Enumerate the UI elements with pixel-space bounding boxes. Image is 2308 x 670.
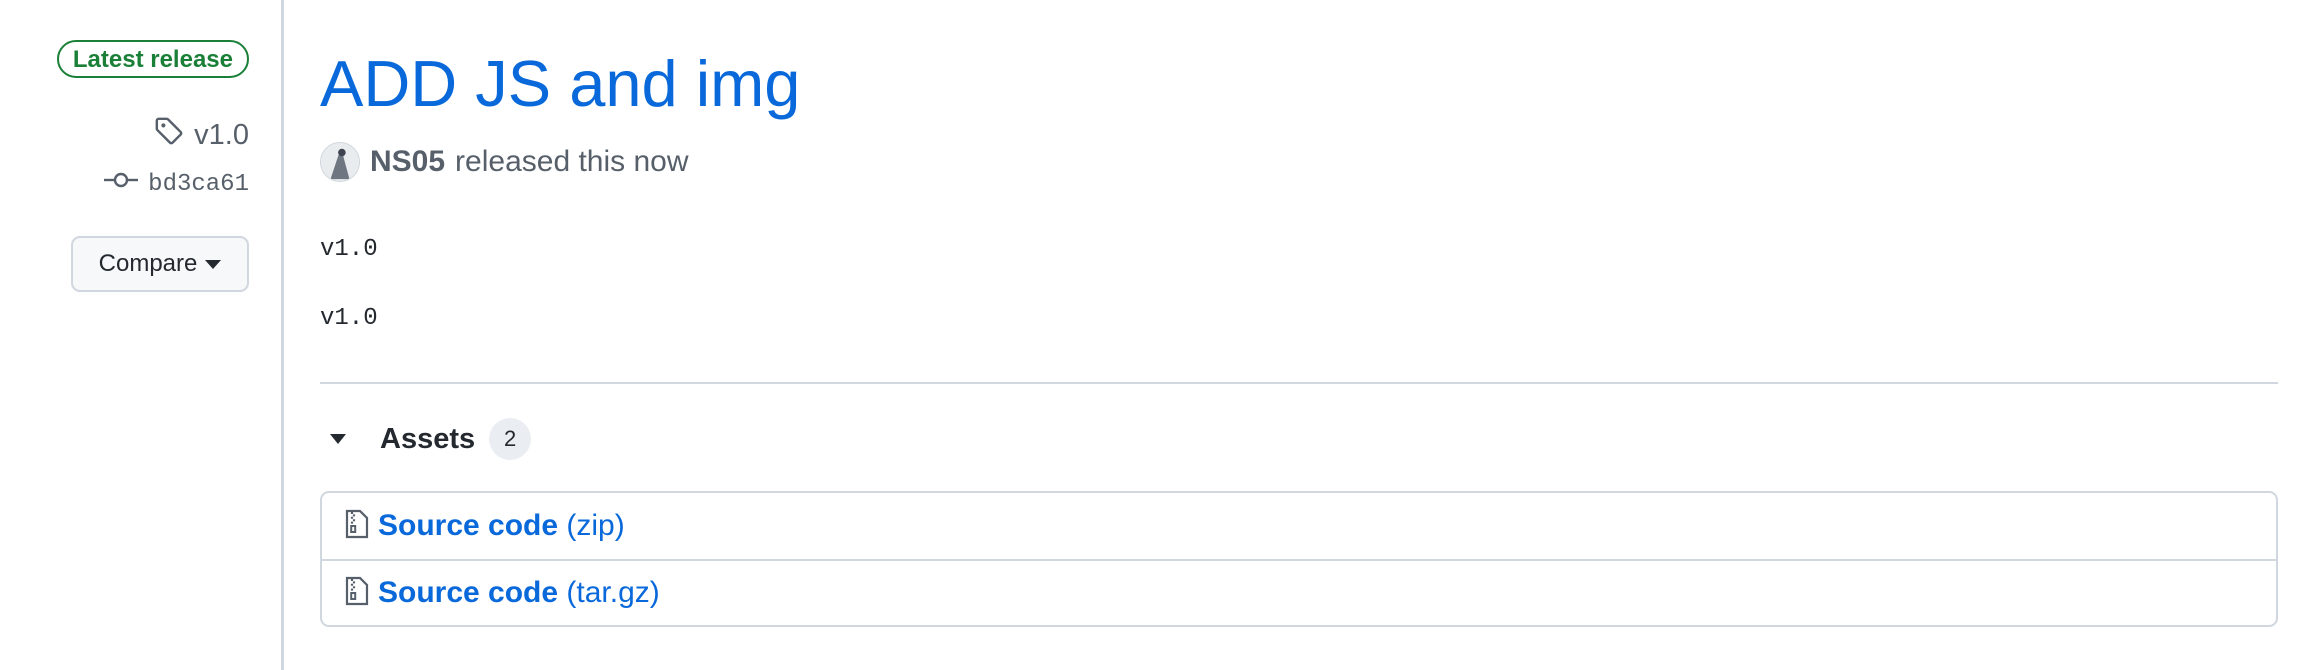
asset-link-zip[interactable]: Source code (zip) (378, 509, 625, 543)
latest-release-badge: Latest release (56, 40, 249, 78)
release-body-line: v1.0 (320, 305, 378, 332)
release-title[interactable]: ADD JS and img (320, 48, 800, 120)
compare-button[interactable]: Compare (71, 236, 249, 292)
asset-ext: (tar.gz) (566, 576, 660, 609)
tag-icon (154, 116, 184, 154)
assets-count-badge: 2 (489, 418, 532, 460)
release-sidebar: Latest release v1.0 bd3ca61 Compare (0, 0, 284, 670)
divider (320, 382, 2278, 384)
release-main: ADD JS and img NS05 released this now v1… (320, 0, 2278, 670)
release-tag-link[interactable]: v1.0 (154, 116, 249, 154)
asset-name: Source code (378, 576, 559, 609)
git-commit-icon (104, 170, 139, 198)
release-meta: NS05 released this now (320, 142, 689, 182)
assets-toggle[interactable]: Assets 2 (320, 418, 532, 460)
triangle-down-icon (330, 434, 346, 444)
asset-name: Source code (378, 509, 559, 542)
file-zip-icon (344, 508, 370, 545)
asset-ext: (zip) (566, 509, 625, 542)
release-time-text: released this now (455, 145, 689, 178)
tag-name: v1.0 (194, 118, 249, 151)
assets-list: Source code (zip) Source code (tar.gz) (320, 491, 2278, 627)
asset-row: Source code (tar.gz) (322, 559, 2276, 625)
triangle-down-icon (205, 259, 222, 269)
avatar[interactable] (320, 142, 360, 182)
compare-label: Compare (98, 250, 198, 277)
release-author[interactable]: NS05 (370, 145, 445, 179)
asset-row: Source code (zip) (322, 493, 2276, 559)
asset-link-targz[interactable]: Source code (tar.gz) (378, 576, 660, 610)
release-body-line: v1.0 (320, 236, 378, 263)
release-commit-link[interactable]: bd3ca61 (104, 170, 249, 198)
commit-sha: bd3ca61 (148, 170, 249, 198)
assets-label: Assets (380, 422, 476, 455)
file-zip-icon (344, 575, 370, 612)
